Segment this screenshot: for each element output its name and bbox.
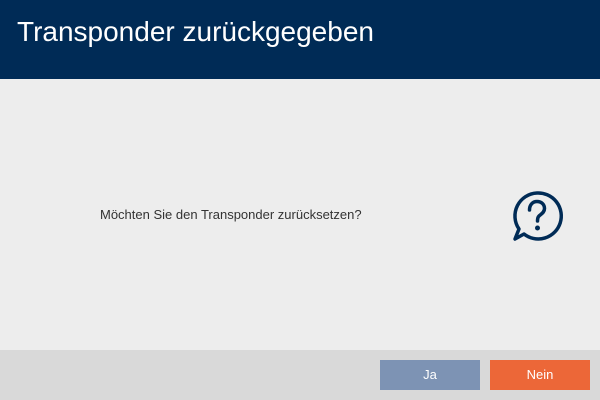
dialog-title: Transponder zurückgegeben <box>17 16 374 47</box>
dialog-title-bar: Transponder zurückgegeben <box>0 0 600 79</box>
question-bubble-icon <box>513 191 563 241</box>
dialog-content: Möchten Sie den Transponder zurücksetzen… <box>0 79 600 350</box>
dialog-message: Möchten Sie den Transponder zurücksetzen… <box>100 207 362 222</box>
dialog-footer: Ja Nein <box>0 350 600 400</box>
confirm-dialog: Transponder zurückgegeben Möchten Sie de… <box>0 0 600 400</box>
yes-button[interactable]: Ja <box>380 360 480 390</box>
no-button[interactable]: Nein <box>490 360 590 390</box>
